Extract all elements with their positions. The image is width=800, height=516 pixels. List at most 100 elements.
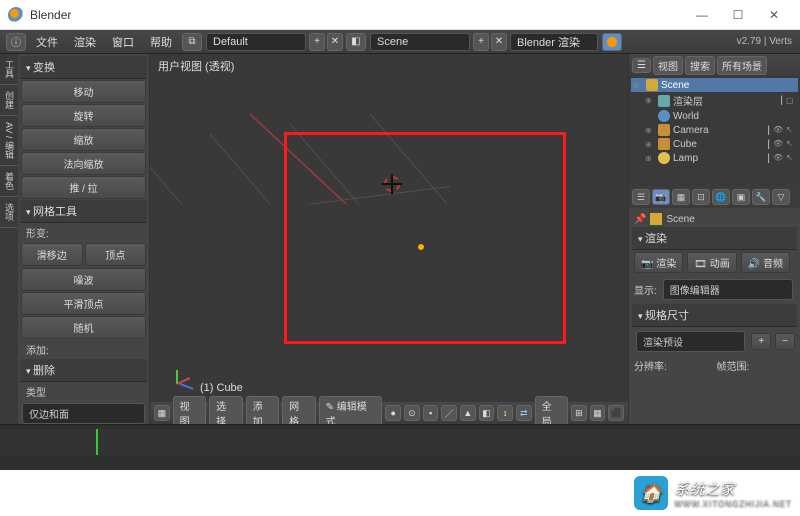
outliner-renderlayer-row[interactable]: ⊕ 渲染层|▢ — [631, 92, 798, 109]
blender-logo-icon — [8, 7, 24, 23]
scene-remove-button[interactable]: ✕ — [491, 33, 507, 51]
tab-tools[interactable]: 工具 — [0, 54, 18, 85]
add-label: 添加: — [20, 340, 147, 359]
select-vert-icon[interactable]: ▪ — [423, 405, 439, 421]
push-pull-button[interactable]: 推 / 拉 — [21, 176, 146, 199]
preset-add-button[interactable]: + — [751, 333, 771, 350]
edge-slide-button[interactable]: 滑移边 — [21, 243, 83, 266]
menu-file[interactable]: 文件 — [28, 32, 66, 52]
delete-type-select[interactable]: 仅边和面 — [22, 403, 145, 424]
back-to-previous-icon[interactable]: ⧉ — [182, 33, 202, 51]
cursor-icon: ↖ — [786, 125, 796, 135]
3d-viewport[interactable]: 用户视图 (透视) (1) Cube ▦ 视图 选择 添加 网格 ✎ 编辑模式 … — [150, 54, 628, 424]
vertex-button[interactable]: 顶点 — [85, 243, 147, 266]
random-button[interactable]: 随机 — [21, 316, 146, 339]
display-dropdown[interactable]: 图像编辑器 — [663, 279, 793, 300]
translate-gizmo-icon[interactable]: ⇄ — [516, 405, 532, 421]
snap-icon[interactable]: ⊞ — [571, 405, 587, 421]
window-title: Blender — [30, 8, 684, 22]
props-object-tab-icon[interactable]: ▣ — [732, 189, 750, 205]
move-button[interactable]: 移动 — [21, 80, 146, 103]
timeline-playhead[interactable] — [96, 429, 98, 455]
timeline-editor[interactable] — [0, 424, 800, 470]
scene-browse-icon[interactable]: ◧ — [346, 33, 366, 51]
outliner-cube-row[interactable]: ⊕ Cube| 👁↖ — [631, 137, 798, 151]
tab-shading[interactable]: 着色 — [0, 166, 18, 197]
props-modifier-tab-icon[interactable]: 🔧 — [752, 189, 770, 205]
dimensions-panel-head[interactable]: 规格尺寸 — [632, 304, 797, 327]
editor-type-icon[interactable]: ▦ — [154, 405, 170, 421]
outliner-search-menu[interactable]: 搜索 — [685, 56, 715, 75]
layout-add-button[interactable]: + — [309, 33, 325, 51]
orientation-dropdown[interactable]: 全局 — [535, 396, 568, 424]
window-close-button[interactable]: ✕ — [756, 3, 792, 27]
pin-icon[interactable]: 📌 — [634, 214, 646, 225]
transform-panel-head[interactable]: 变换 — [20, 56, 147, 79]
outliner-filter-dropdown[interactable]: 所有场景 — [717, 56, 767, 75]
render-preset-dropdown[interactable]: 渲染预设 — [636, 331, 745, 352]
noise-button[interactable]: 噪波 — [21, 268, 146, 291]
eye-icon: 👁 — [773, 139, 783, 149]
screen-layout-dropdown[interactable]: Default — [206, 33, 306, 51]
axes-gizmo-icon — [164, 370, 192, 398]
scene-small-icon — [650, 213, 662, 225]
menu-window[interactable]: 窗口 — [104, 32, 142, 52]
outliner-lamp-row[interactable]: ⊕ Lamp| 👁↖ — [631, 151, 798, 165]
props-editor-icon[interactable]: ☰ — [632, 189, 650, 205]
normal-scale-button[interactable]: 法向缩放 — [21, 152, 146, 175]
tab-create[interactable]: 创建 — [0, 85, 18, 116]
pivot-icon[interactable]: ⊙ — [404, 405, 420, 421]
active-object-label: (1) Cube — [200, 382, 243, 394]
render-button[interactable]: 📷 渲染 — [634, 252, 683, 273]
footer-select-menu[interactable]: 选择 — [209, 396, 242, 424]
mode-dropdown[interactable]: ✎ 编辑模式 — [319, 396, 383, 424]
watermark-house-icon: 🏠 — [634, 476, 668, 510]
props-scene-tab-icon[interactable]: ⊡ — [692, 189, 710, 205]
footer-view-menu[interactable]: 视图 — [173, 396, 206, 424]
type-label: 类型 — [20, 382, 147, 401]
window-maximize-button[interactable]: ☐ — [720, 3, 756, 27]
layout-remove-button[interactable]: ✕ — [327, 33, 343, 51]
rotate-button[interactable]: 旋转 — [21, 104, 146, 127]
outliner-editor-icon[interactable]: ☰ — [632, 58, 651, 73]
footer-add-menu[interactable]: 添加 — [246, 396, 279, 424]
tab-options[interactable]: 选项 — [0, 197, 18, 228]
props-renderlayer-tab-icon[interactable]: ▦ — [672, 189, 690, 205]
outliner-tree[interactable]: ⊖ Scene ⊕ 渲染层|▢ World ⊕ Camera| 👁↖ ⊕ Cub… — [629, 76, 800, 186]
props-data-tab-icon[interactable]: ▽ — [772, 189, 790, 205]
scene-add-button[interactable]: + — [473, 33, 489, 51]
props-world-tab-icon[interactable]: 🌐 — [712, 189, 730, 205]
outliner-scene-row[interactable]: ⊖ Scene — [631, 78, 798, 92]
audio-button[interactable]: 🔊 音频 — [741, 252, 790, 273]
select-edge-icon[interactable]: ／ — [441, 405, 457, 421]
manipulator-icon[interactable]: ↕ — [497, 405, 513, 421]
preset-remove-button[interactable]: − — [775, 333, 795, 350]
menu-help[interactable]: 帮助 — [142, 32, 180, 52]
info-editor-icon[interactable]: ⓘ — [6, 33, 26, 51]
window-minimize-button[interactable]: — — [684, 3, 720, 27]
outliner-world-row[interactable]: World — [631, 109, 798, 123]
eye-icon: 👁 — [773, 153, 783, 163]
select-face-icon[interactable]: ▲ — [460, 405, 476, 421]
limit-selection-icon[interactable]: ◧ — [479, 405, 495, 421]
menu-render[interactable]: 渲染 — [66, 32, 104, 52]
render-panel-head[interactable]: 渲染 — [632, 227, 797, 250]
footer-mesh-menu[interactable]: 网格 — [282, 396, 315, 424]
layers-icon[interactable]: ▦ — [590, 405, 606, 421]
scale-button[interactable]: 缩放 — [21, 128, 146, 151]
timeline-track[interactable] — [0, 429, 800, 455]
scene-dropdown[interactable]: Scene — [370, 33, 470, 51]
deform-label: 形变: — [20, 223, 147, 242]
animation-button[interactable]: 🎞 动画 — [687, 252, 736, 273]
meshtools-panel-head[interactable]: 网格工具 — [20, 200, 147, 223]
props-context-path: 📌 Scene — [632, 211, 797, 227]
smooth-vertex-button[interactable]: 平滑顶点 — [21, 292, 146, 315]
delete-panel-head[interactable]: 删除 — [20, 359, 147, 382]
shading-solid-icon[interactable]: ● — [385, 405, 401, 421]
outliner-camera-row[interactable]: ⊕ Camera| 👁↖ — [631, 123, 798, 137]
render-preview-icon[interactable]: ⬛ — [608, 405, 624, 421]
tab-av-edit[interactable]: AV / 编辑 — [0, 116, 18, 166]
outliner-view-menu[interactable]: 视图 — [653, 56, 683, 75]
props-render-tab-icon[interactable]: 📷 — [652, 189, 670, 205]
render-engine-dropdown[interactable]: Blender 渲染 — [510, 33, 598, 51]
